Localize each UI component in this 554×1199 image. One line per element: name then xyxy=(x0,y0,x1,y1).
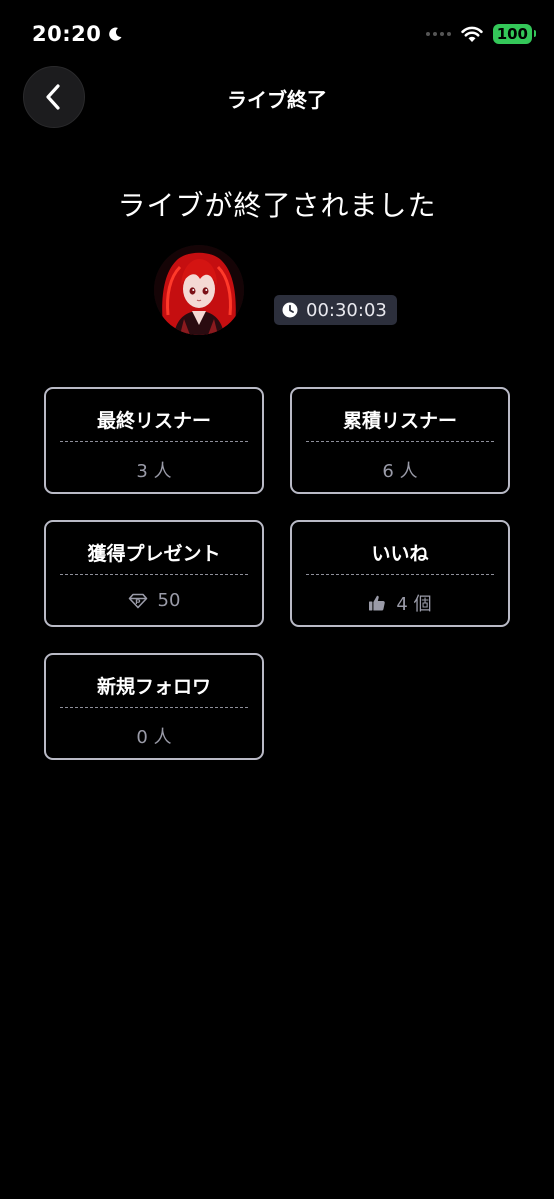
stat-card-cumulative-listeners: 累積リスナー 6 人 xyxy=(290,387,510,494)
cellular-signal-icon xyxy=(425,32,451,36)
wifi-icon xyxy=(460,26,483,42)
dashed-divider xyxy=(306,441,494,442)
moon-icon xyxy=(109,27,122,41)
status-bar: 20:20 100 xyxy=(0,0,554,70)
dashed-divider xyxy=(60,707,248,708)
duration-badge: 00:30:03 xyxy=(274,295,397,325)
stat-label: いいね xyxy=(371,543,429,565)
status-right: 100 xyxy=(425,24,537,44)
profile-row: 00:30:03 xyxy=(0,245,554,337)
stat-card-likes: いいね 4 個 xyxy=(290,520,510,627)
avatar-illustration xyxy=(154,245,244,335)
dashed-divider xyxy=(60,574,248,575)
stat-value: 50 xyxy=(157,590,181,611)
avatar xyxy=(154,245,244,335)
thumbs-up-icon xyxy=(369,595,386,611)
status-time-group: 20:20 xyxy=(32,22,123,46)
stat-value: 0 人 xyxy=(136,727,172,748)
dashed-divider xyxy=(60,441,248,442)
stat-label: 累積リスナー xyxy=(342,410,457,432)
battery-icon: 100 xyxy=(492,24,537,44)
stat-card-final-listeners: 最終リスナー 3 人 xyxy=(44,387,264,494)
stat-value: 3 人 xyxy=(136,461,172,482)
stat-card-new-followers: 新規フォロワ 0 人 xyxy=(44,653,264,760)
page-title: ライブ終了 xyxy=(227,88,327,112)
stat-card-gifts-received: 獲得プレゼント 50 xyxy=(44,520,264,627)
duration-value: 00:30:03 xyxy=(306,299,387,321)
clock-icon xyxy=(282,302,298,318)
dashed-divider xyxy=(306,574,494,575)
stat-label: 最終リスナー xyxy=(96,410,211,432)
live-ended-message: ライブが終了されました xyxy=(117,189,437,222)
status-time: 20:20 xyxy=(32,22,102,46)
stat-label: 新規フォロワ xyxy=(96,676,211,698)
header: ライブ終了 xyxy=(0,66,554,130)
stat-value: 6 人 xyxy=(382,461,418,482)
stat-label: 獲得プレゼント xyxy=(87,543,221,565)
gem-icon xyxy=(128,593,147,608)
stat-value: 4 個 xyxy=(396,594,432,615)
